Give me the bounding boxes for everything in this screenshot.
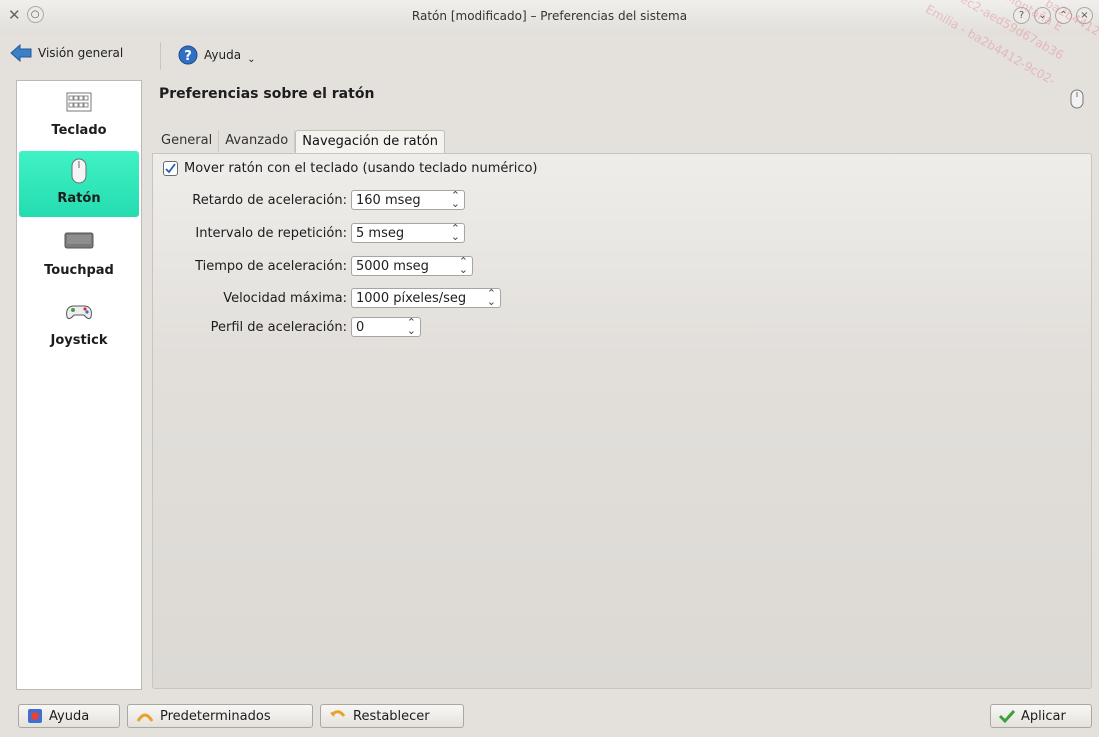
mouse-icon (1070, 89, 1084, 109)
acceleration-delay-spinbox[interactable]: 160 mseg ⌃ ⌄ (351, 190, 465, 210)
maximize-icon[interactable]: ⌃ (1055, 7, 1072, 24)
field-row-acceleration-profile: Perfil de aceleración: 0 ⌃ ⌄ (159, 317, 421, 337)
max-speed-spinbox[interactable]: 1000 píxeles/seg ⌃ ⌄ (351, 288, 501, 308)
title-bar: ✕ ○ Ratón [modificado] – Preferencias de… (0, 0, 1099, 34)
spin-arrows-icon[interactable]: ⌃ ⌄ (459, 256, 468, 275)
sidebar-item-joystick[interactable]: Joystick (19, 299, 139, 359)
help-icon: ? (178, 45, 198, 64)
tab-label: Avanzado (225, 133, 289, 148)
minimize-icon[interactable]: ⌄ (1034, 7, 1051, 24)
check-icon (165, 163, 176, 174)
close-icon[interactable]: × (1076, 7, 1093, 24)
help-button-label: Ayuda (49, 708, 90, 724)
field-row-acceleration-time: Tiempo de aceleración: 5000 mseg ⌃ ⌄ (159, 256, 473, 276)
sidebar-item-raton[interactable]: Ratón (19, 151, 139, 217)
reset-button[interactable]: Restablecer (320, 704, 464, 728)
tab-navegacion-raton[interactable]: Navegación de ratón (295, 130, 445, 154)
defaults-button[interactable]: Predeterminados (127, 704, 313, 728)
tab-label: Navegación de ratón (302, 134, 438, 149)
page-title: Preferencias sobre el ratón (159, 86, 375, 102)
field-label: Velocidad máxima: (223, 290, 347, 306)
help-window-icon[interactable]: ? (1013, 7, 1030, 24)
move-mouse-checkbox-row[interactable]: Mover ratón con el teclado (usando tecla… (163, 161, 538, 176)
field-label: Perfil de aceleración: (210, 319, 347, 335)
tab-general[interactable]: General (155, 130, 220, 152)
field-label: Intervalo de repetición: (195, 225, 347, 241)
spinbox-value: 0 (356, 319, 365, 335)
defaults-icon (136, 713, 154, 722)
mouse-icon (71, 158, 87, 184)
move-mouse-label: Mover ratón con el teclado (usando tecla… (184, 161, 538, 176)
help-menu-label: Ayuda (204, 47, 242, 62)
reset-button-label: Restablecer (353, 708, 430, 724)
move-mouse-checkbox[interactable] (163, 161, 178, 176)
svg-text:?: ? (184, 49, 192, 64)
overview-label: Visión general (38, 46, 124, 60)
sidebar-item-teclado[interactable]: Teclado (19, 91, 139, 149)
spinbox-value: 160 mseg (356, 192, 421, 208)
sidebar-item-touchpad[interactable]: Touchpad (19, 231, 139, 291)
window-title: Ratón [modificado] – Preferencias del si… (411, 9, 688, 23)
spin-arrows-icon[interactable]: ⌃ ⌄ (407, 317, 416, 336)
acceleration-profile-spinbox[interactable]: 0 ⌃ ⌄ (351, 317, 421, 337)
spinbox-value: 5 mseg (356, 225, 405, 241)
toolbar-separator (160, 42, 161, 70)
spinbox-value: 1000 píxeles/seg (356, 290, 467, 306)
chevron-down-icon: ⌄ (247, 54, 256, 65)
field-row-max-speed: Velocidad máxima: 1000 píxeles/seg ⌃ ⌄ (159, 288, 501, 308)
repeat-interval-spinbox[interactable]: 5 mseg ⌃ ⌄ (351, 223, 465, 243)
field-label: Retardo de aceleración: (192, 192, 347, 208)
help-button[interactable]: Ayuda (18, 704, 120, 728)
spin-arrows-icon[interactable]: ⌃ ⌄ (487, 288, 496, 307)
acceleration-time-spinbox[interactable]: 5000 mseg ⌃ ⌄ (351, 256, 473, 276)
toolbar: Visión general ? Ayuda ⌄ (0, 34, 1099, 78)
spin-arrows-icon[interactable]: ⌃ ⌄ (451, 190, 460, 209)
back-arrow-icon (10, 44, 32, 62)
help-book-icon (28, 709, 42, 723)
undo-icon (330, 710, 346, 717)
keyboard-icon (66, 92, 92, 112)
sidebar-item-label: Joystick (50, 333, 108, 348)
checkmark-icon (999, 709, 1015, 723)
apply-button[interactable]: Aplicar (990, 704, 1092, 728)
field-row-acceleration-delay: Retardo de aceleración: 160 mseg ⌃ ⌄ (159, 190, 465, 210)
spin-arrows-icon[interactable]: ⌃ ⌄ (451, 223, 460, 242)
spinbox-value: 5000 mseg (356, 258, 429, 274)
field-row-repeat-interval: Intervalo de repetición: 5 mseg ⌃ ⌄ (159, 223, 465, 243)
tab-avanzado[interactable]: Avanzado (219, 130, 296, 152)
defaults-button-label: Predeterminados (160, 708, 271, 724)
tab-label: General (161, 133, 213, 148)
sidebar-item-label: Touchpad (44, 263, 114, 278)
field-label: Tiempo de aceleración: (195, 258, 347, 274)
overview-button[interactable]: Visión general (10, 44, 123, 62)
sidebar: Teclado Ratón Touchpad Joystick (16, 80, 142, 690)
touchpad-icon (64, 232, 94, 249)
sidebar-item-label: Teclado (51, 123, 107, 138)
apply-button-label: Aplicar (1021, 708, 1066, 724)
help-menu-button[interactable]: ? Ayuda ⌄ (178, 44, 255, 65)
tab-bar: General Avanzado Navegación de ratón (155, 130, 445, 154)
joystick-icon (66, 305, 92, 320)
sidebar-item-label: Ratón (57, 191, 101, 206)
